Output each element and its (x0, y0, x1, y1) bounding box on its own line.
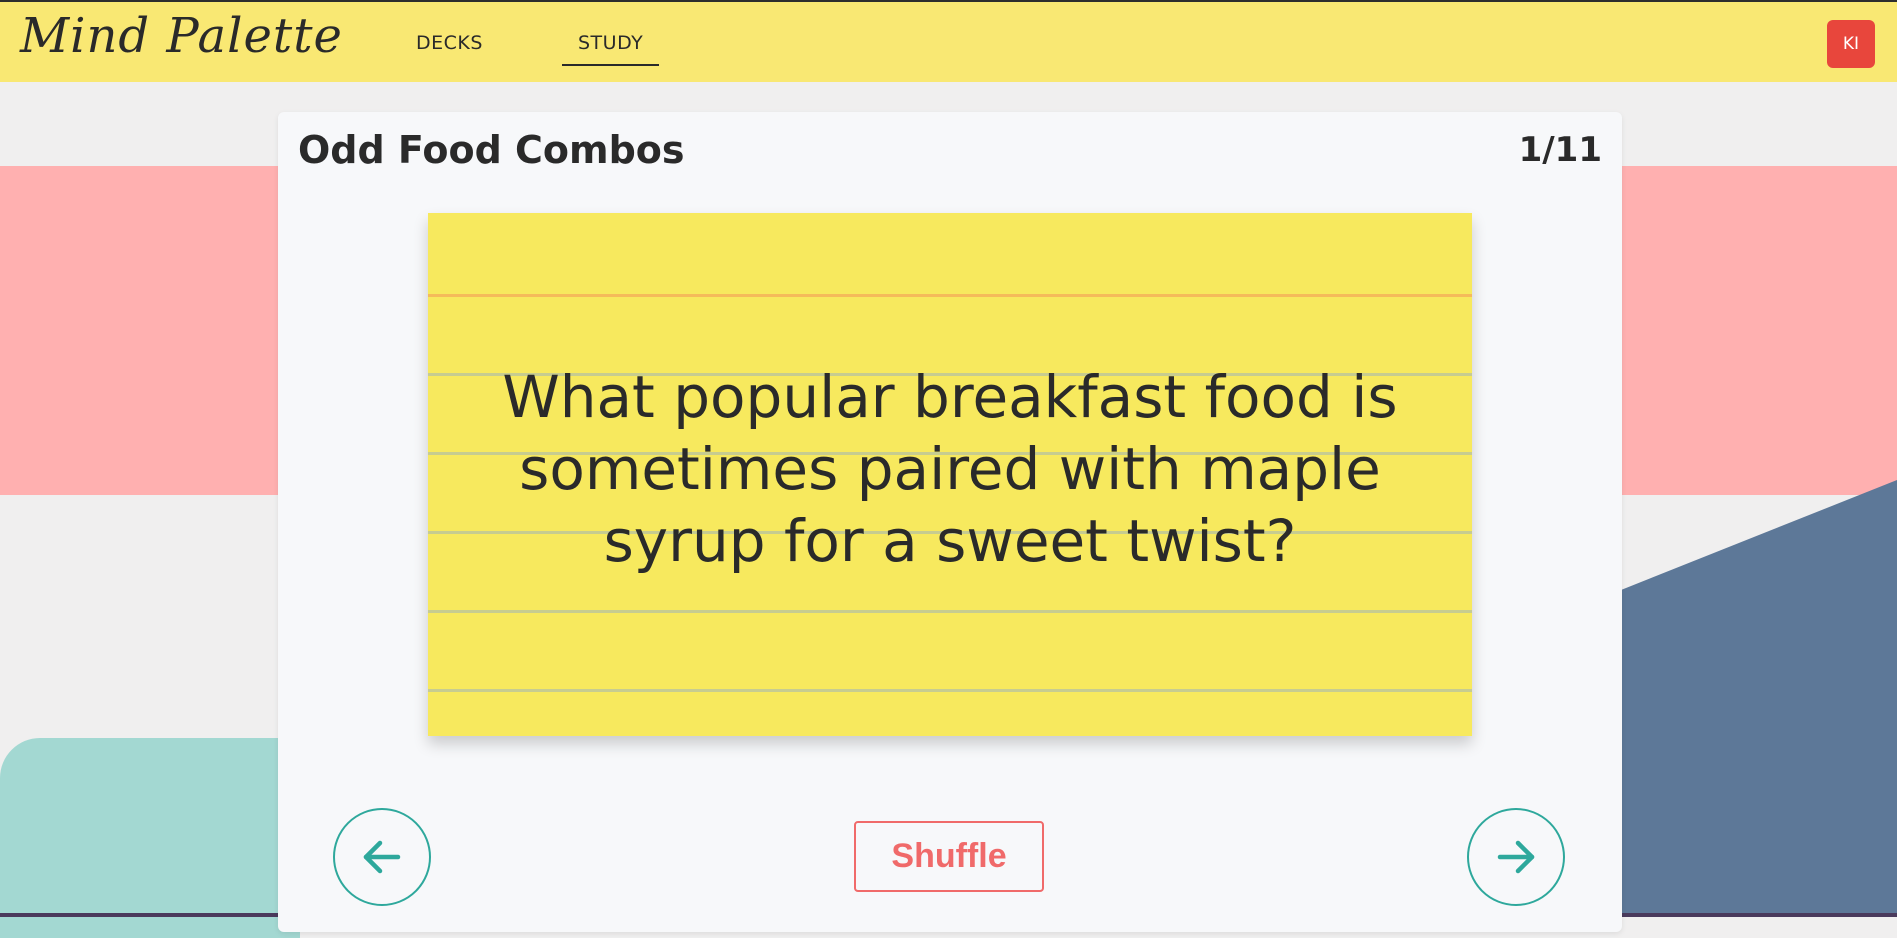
flashcard[interactable]: What popular breakfast food is sometimes… (428, 213, 1472, 736)
nav-decks-tab[interactable]: DECKS (416, 32, 483, 54)
arrow-right-icon (1497, 840, 1535, 874)
card-rule-line (428, 610, 1472, 613)
nav-study-tab[interactable]: STUDY (562, 32, 660, 66)
deck-title: Odd Food Combos (298, 128, 685, 172)
flashcard-question: What popular breakfast food is sometimes… (502, 363, 1398, 575)
card-margin-line (428, 294, 1472, 297)
card-counter: 1/11 (1518, 130, 1602, 170)
background-navy-shape (1590, 480, 1897, 917)
arrow-left-icon (363, 840, 401, 874)
background-teal-shape (0, 738, 300, 938)
user-avatar-button[interactable]: KI (1827, 20, 1875, 68)
app-logo[interactable]: Mind Palette (20, 8, 343, 64)
study-panel: Odd Food Combos 1/11 What popular breakf… (278, 112, 1622, 932)
previous-card-button[interactable] (333, 808, 431, 906)
card-rule-line (428, 689, 1472, 692)
top-navigation-bar: Mind Palette DECKS STUDY KI (0, 0, 1897, 82)
shuffle-button[interactable]: Shuffle (854, 821, 1044, 892)
next-card-button[interactable] (1467, 808, 1565, 906)
